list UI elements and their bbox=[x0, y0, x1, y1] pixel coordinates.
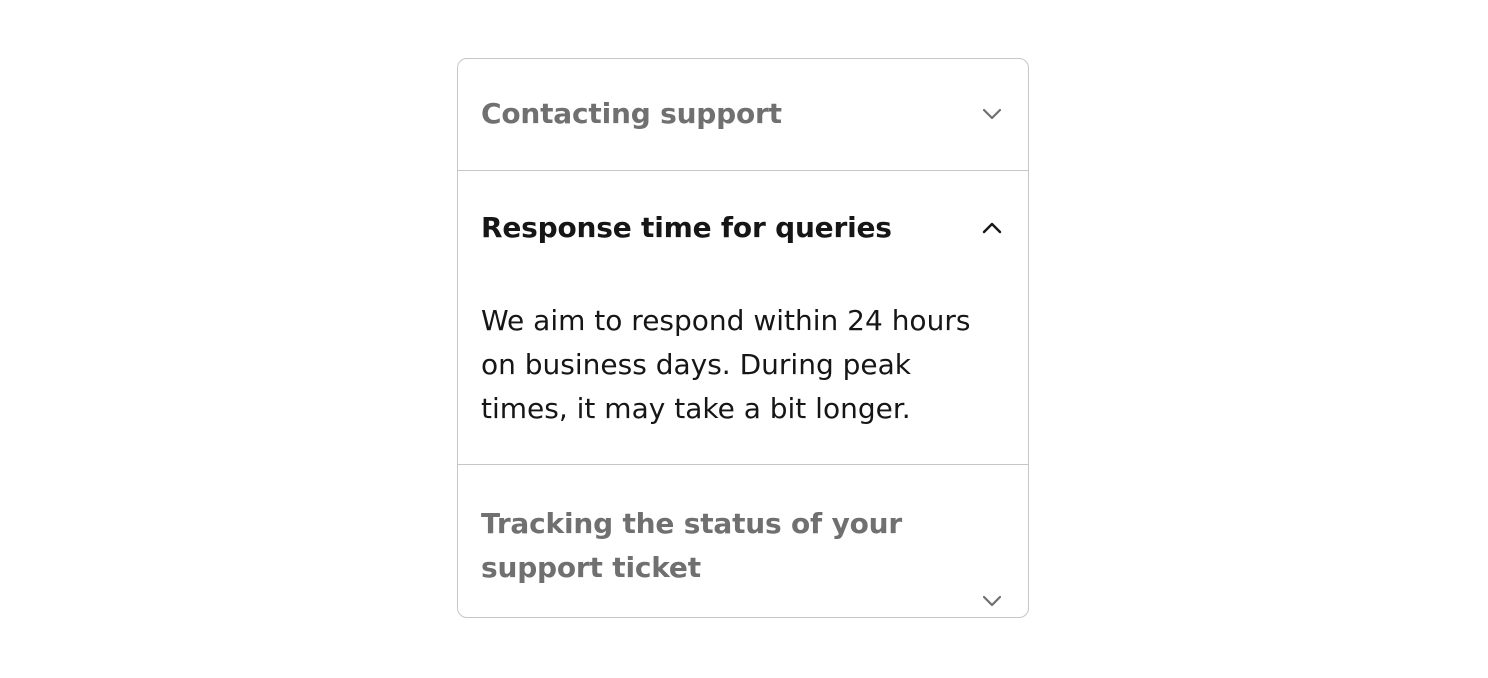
chevron-up-icon bbox=[980, 216, 1004, 240]
accordion-title: Contacting support bbox=[481, 97, 782, 130]
accordion-title: Response time for queries bbox=[481, 211, 892, 244]
accordion-header-tracking-status[interactable]: Tracking the status of your support tick… bbox=[458, 465, 1028, 617]
accordion-item-tracking-status: Tracking the status of your support tick… bbox=[458, 465, 1028, 617]
accordion-header-contacting-support[interactable]: Contacting support bbox=[458, 59, 1028, 171]
chevron-down-icon bbox=[980, 589, 1004, 613]
faq-accordion: Contacting support Response time for que… bbox=[457, 58, 1029, 618]
accordion-title: Tracking the status of your support tick… bbox=[481, 507, 902, 584]
accordion-item-response-time: Response time for queries We aim to resp… bbox=[458, 171, 1028, 465]
chevron-down-icon bbox=[980, 102, 1004, 126]
accordion-item-contacting-support: Contacting support bbox=[458, 59, 1028, 171]
accordion-header-response-time[interactable]: Response time for queries bbox=[458, 171, 1028, 285]
accordion-panel-content: We aim to respond within 24 hours on bus… bbox=[481, 304, 971, 425]
